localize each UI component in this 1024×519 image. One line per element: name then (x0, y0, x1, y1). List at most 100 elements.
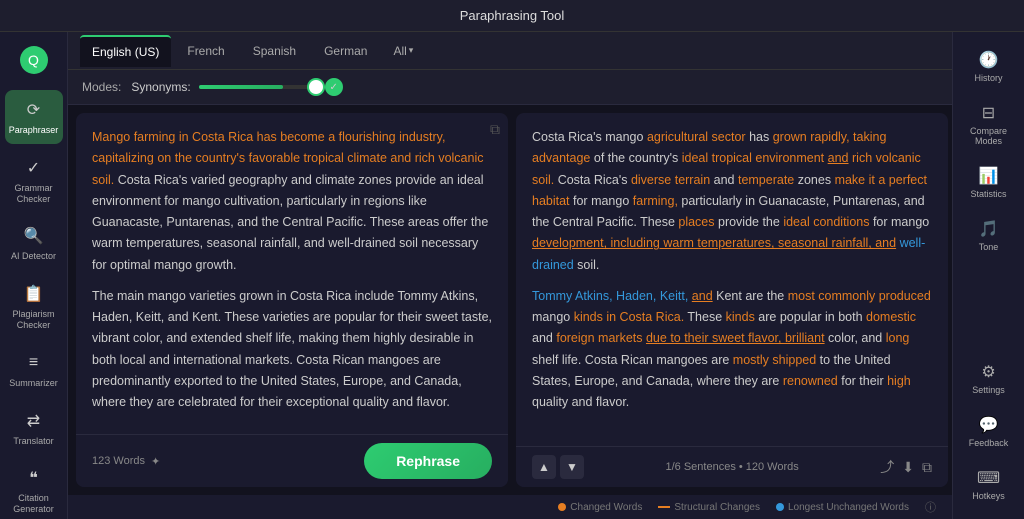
changed-words-dot (558, 503, 566, 511)
sidebar-item-citation[interactable]: ❝ Citation Generator (5, 458, 63, 519)
settings-label: Settings (972, 385, 1005, 395)
statistics-icon: 📊 (979, 166, 999, 186)
nav-down-button[interactable]: ▼ (560, 455, 584, 479)
sentence-info: 1/6 Sentences • 120 Words (665, 461, 798, 473)
topbar-title: Paraphrasing Tool (460, 8, 565, 23)
main-layout: Q ⟳ Paraphraser ✓ Grammar Checker 🔍 AI D… (0, 32, 1024, 519)
plagiarism-icon: 📋 (22, 282, 46, 306)
share-icon[interactable]: ⤴ (880, 457, 894, 477)
sidebar-label-paraphraser: Paraphraser (9, 125, 59, 136)
right-paragraph-2: Tommy Atkins, Haden, Keitt, and Kent are… (532, 286, 932, 414)
left-paragraph-2: The main mango varieties grown in Costa … (92, 286, 492, 414)
word-count-number: 123 Words (92, 455, 145, 467)
editor-right-footer: ▲ ▼ 1/6 Sentences • 120 Words ⤴ ⬇ ⧉ (516, 446, 948, 487)
sidebar-label-plagiarism: Plagiarism Checker (9, 309, 59, 331)
left-paragraph-1: Mango farming in Costa Rica has become a… (92, 127, 492, 276)
feedback-icon: 💬 (979, 415, 999, 435)
hl-long: long (886, 331, 910, 345)
ai-detector-icon: 🔍 (22, 224, 46, 248)
summarizer-icon: ≡ (22, 351, 46, 375)
hotkeys-label: Hotkeys (972, 491, 1005, 501)
hl-renowned: renowned (783, 374, 838, 388)
tabs-bar: English (US) French Spanish German All ▾ (68, 32, 952, 70)
modes-label: Modes: (82, 80, 121, 94)
history-label: History (974, 73, 1002, 83)
compare-label: Compare Modes (962, 126, 1016, 146)
legend-info-icon[interactable]: ⓘ (925, 499, 936, 515)
sidebar-item-plagiarism[interactable]: 📋 Plagiarism Checker (5, 274, 63, 339)
sidebar-item-translator[interactable]: ⇄ Translator (5, 401, 63, 455)
copy-left-icon[interactable]: ⧉ (490, 121, 500, 138)
synonyms-mode-label: Synonyms: (131, 80, 190, 94)
compare-icon: ⊟ (982, 103, 995, 123)
right-item-statistics[interactable]: 📊 Statistics (958, 158, 1020, 207)
tab-spanish[interactable]: Spanish (241, 36, 308, 66)
hl-kinds2: kinds (726, 310, 755, 324)
tab-french[interactable]: French (175, 36, 236, 66)
center-content: English (US) French Spanish German All ▾… (68, 32, 952, 519)
action-icons: ⤴ ⬇ ⧉ (880, 457, 932, 477)
right-item-settings[interactable]: ⚙ Settings (958, 354, 1020, 403)
modes-bar: Modes: Synonyms: ✓ (68, 70, 952, 105)
right-item-tone[interactable]: 🎵 Tone (958, 211, 1020, 260)
hl-and2: and (692, 289, 713, 303)
grammar-icon: ✓ (22, 156, 46, 180)
statistics-label: Statistics (970, 189, 1006, 199)
download-icon[interactable]: ⬇ (902, 459, 914, 476)
hl-mostly-shipped: mostly shipped (733, 353, 816, 367)
rephrase-button[interactable]: Rephrase (364, 443, 492, 479)
copy-right-icon[interactable]: ⧉ (922, 459, 932, 476)
sidebar-item-summarizer[interactable]: ≡ Summarizer (5, 343, 63, 397)
editor-area: ⧉ Mango farming in Costa Rica has become… (68, 105, 952, 495)
synonyms-slider[interactable]: ✓ (199, 78, 343, 96)
sidebar-label-summarizer: Summarizer (9, 378, 58, 389)
hl-most-commonly: most commonly produced (788, 289, 931, 303)
hl-farming: farming, (633, 194, 678, 208)
topbar: Paraphrasing Tool (0, 0, 1024, 32)
slider-fill (199, 85, 283, 89)
left-text-content[interactable]: Mango farming in Costa Rica has become a… (76, 113, 508, 434)
hl-mango-farming: Mango farming in Costa Rica has become a… (92, 130, 483, 187)
hl-high: high (887, 374, 911, 388)
magic-icon: ✦ (151, 455, 160, 468)
sidebar-item-grammar[interactable]: ✓ Grammar Checker (5, 148, 63, 213)
feedback-label: Feedback (969, 438, 1009, 448)
sidebar-item-ai-detector[interactable]: 🔍 AI Detector (5, 216, 63, 270)
editor-left: ⧉ Mango farming in Costa Rica has become… (76, 113, 508, 487)
tab-english[interactable]: English (US) (80, 35, 171, 67)
right-item-hotkeys[interactable]: ⌨ Hotkeys (958, 460, 1020, 509)
history-icon: 🕐 (979, 50, 999, 70)
right-item-compare[interactable]: ⊟ Compare Modes (958, 95, 1020, 154)
editor-right: Costa Rica's mango agricultural sector h… (516, 113, 948, 487)
right-item-history[interactable]: 🕐 History (958, 42, 1020, 91)
hl-diverse: diverse terrain (631, 173, 710, 187)
tone-icon: 🎵 (979, 219, 999, 239)
settings-icon: ⚙ (981, 362, 995, 382)
slider-thumb[interactable] (309, 80, 323, 94)
hl-due-to: due to their sweet flavor, brilliant (646, 331, 825, 345)
hl-ideal-conditions: ideal conditions (783, 215, 869, 229)
quillbot-logo[interactable]: Q (20, 46, 48, 74)
changed-words-label: Changed Words (570, 502, 642, 513)
tab-all[interactable]: All ▾ (383, 38, 423, 64)
legend-unchanged-words: Longest Unchanged Words (776, 499, 909, 515)
nav-up-button[interactable]: ▲ (532, 455, 556, 479)
logo-area: Q (16, 40, 52, 84)
hl-kinds: kinds in Costa Rica. (574, 310, 684, 324)
sidebar-item-paraphraser[interactable]: ⟳ Paraphraser (5, 90, 63, 144)
paraphraser-icon: ⟳ (22, 98, 46, 122)
structural-changes-label: Structural Changes (674, 502, 760, 513)
editor-left-footer: 123 Words ✦ Rephrase (76, 434, 508, 487)
hl-make-perfect: make it a perfect habitat (532, 173, 927, 208)
translator-icon: ⇄ (22, 409, 46, 433)
tab-german[interactable]: German (312, 36, 379, 66)
hl-agricultural: agricultural sector (647, 130, 746, 144)
right-item-feedback[interactable]: 💬 Feedback (958, 407, 1020, 456)
right-text-content: Costa Rica's mango agricultural sector h… (516, 113, 948, 446)
hl-ideal-tropical: ideal tropical environment (682, 151, 824, 165)
slider-end-icon: ✓ (325, 78, 343, 96)
legend-structural-changes: Structural Changes (658, 499, 760, 515)
right-paragraph-1: Costa Rica's mango agricultural sector h… (532, 127, 932, 276)
tone-label: Tone (979, 242, 999, 252)
sidebar-label-citation: Citation Generator (9, 493, 59, 515)
